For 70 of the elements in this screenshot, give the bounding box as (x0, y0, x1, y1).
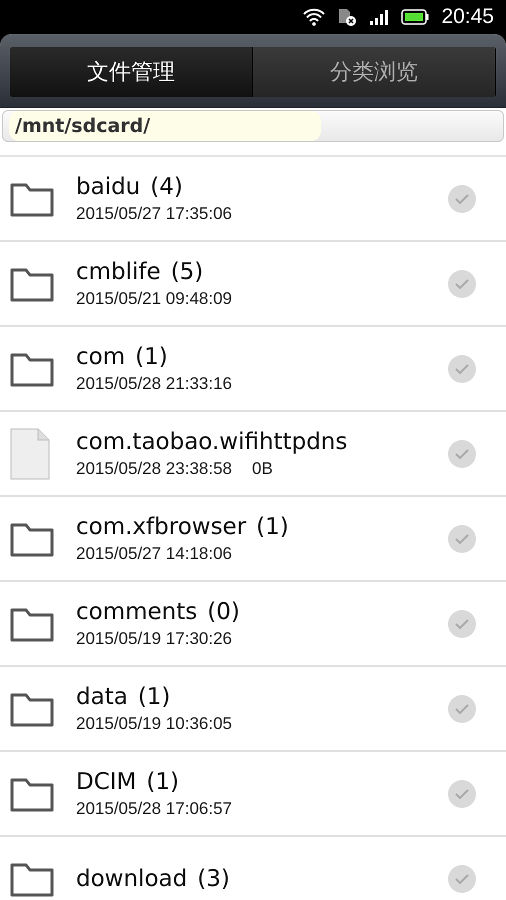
checkmark-icon (454, 618, 470, 630)
file-name: com.taobao.wifihttpdns (76, 428, 348, 454)
item-count: (1) (146, 768, 179, 794)
modified-date: 2015/05/27 14:18:06 (76, 544, 232, 564)
file-row[interactable]: download (3) (0, 837, 506, 900)
item-count: (1) (138, 684, 170, 710)
folder-icon (10, 776, 54, 812)
checkmark-icon (454, 278, 470, 290)
file-name: baidu (76, 174, 140, 200)
item-count: (1) (256, 514, 289, 540)
file-name: comments (76, 598, 198, 624)
tab[interactable]: 分类浏览 (253, 47, 496, 97)
item-count: (3) (197, 866, 230, 892)
select-checkbox[interactable] (448, 524, 476, 552)
file-name: com (76, 344, 126, 370)
item-count: (5) (170, 258, 204, 284)
file-row[interactable]: com.xfbrowser (1) 2015/05/27 14:18:06 (0, 497, 506, 582)
folder-icon (10, 690, 54, 726)
folder-icon (10, 606, 54, 642)
file-row[interactable]: comments (0) 2015/05/19 17:30:26 (0, 582, 506, 667)
select-checkbox[interactable] (448, 610, 476, 638)
item-count: (0) (207, 598, 240, 624)
modified-date: 2015/05/19 10:36:05 (76, 714, 232, 734)
document-icon (10, 428, 50, 480)
item-count: (4) (150, 174, 183, 200)
checkmark-icon (454, 362, 470, 374)
select-checkbox[interactable] (448, 270, 476, 298)
checkmark-icon (454, 192, 470, 204)
checkmark-icon (454, 702, 470, 714)
select-checkbox[interactable] (448, 864, 476, 892)
file-row[interactable]: DCIM (1) 2015/05/28 17:06:57 (0, 752, 506, 837)
signal-icon (369, 9, 390, 25)
folder-icon (10, 860, 54, 896)
file-row[interactable]: baidu (4) 2015/05/27 17:35:06 (0, 157, 506, 242)
file-name: cmblife (76, 258, 161, 284)
item-count: (1) (135, 344, 168, 370)
folder-icon (10, 180, 54, 216)
path-text: /mnt/sdcard/ (9, 111, 321, 141)
select-checkbox[interactable] (448, 440, 476, 468)
modified-date: 2015/05/28 21:33:16 (76, 374, 232, 394)
file-row[interactable]: com (1) 2015/05/28 21:33:16 (0, 327, 506, 412)
checkmark-icon (454, 448, 470, 460)
select-checkbox[interactable] (448, 354, 476, 382)
battery-icon (401, 9, 430, 25)
wifi-icon (303, 8, 326, 26)
checkmark-icon (454, 788, 470, 800)
file-row[interactable]: com.taobao.wifihttpdns 2015/05/28 23:38:58 0B (0, 412, 506, 497)
file-name: download (76, 866, 188, 892)
modified-date: 2015/05/27 17:35:06 (76, 204, 232, 224)
modified-date: 2015/05/28 23:38:58 (76, 458, 232, 478)
file-size: 0B (252, 458, 273, 478)
tab[interactable]: 文件管理 (10, 47, 253, 97)
folder-icon (10, 350, 54, 386)
modified-date: 2015/05/21 09:48:09 (76, 288, 232, 308)
folder-icon (10, 266, 54, 302)
sim-card-icon (337, 7, 358, 27)
modified-date: 2015/05/19 17:30:26 (76, 628, 232, 648)
select-checkbox[interactable] (448, 184, 476, 212)
file-name: com.xfbrowser (76, 514, 246, 540)
file-row[interactable]: data (1) 2015/05/19 10:36:05 (0, 667, 506, 752)
checkmark-icon (454, 532, 470, 544)
clock-time: 20:45 (441, 5, 494, 29)
checkmark-icon (454, 872, 470, 884)
select-checkbox[interactable] (448, 694, 476, 722)
select-checkbox[interactable] (448, 780, 476, 808)
folder-icon (10, 520, 54, 556)
file-row[interactable]: cmblife (5) 2015/05/21 09:48:09 (0, 242, 506, 327)
file-name: data (76, 684, 128, 710)
modified-date: 2015/05/28 17:06:57 (76, 798, 232, 818)
file-name: DCIM (76, 768, 136, 794)
